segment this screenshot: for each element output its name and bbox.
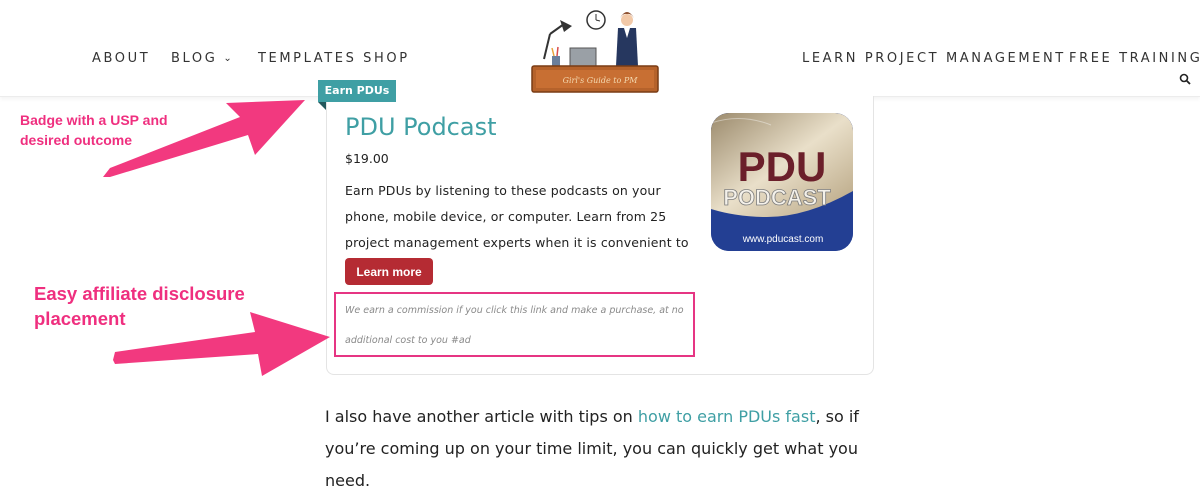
badge-fold <box>318 102 326 110</box>
annotation-badge-line2: desired outcome <box>20 132 133 148</box>
article-link-earn-pdus[interactable]: how to earn PDUs fast <box>638 407 816 426</box>
annotation-badge-note: Badge with a USP and desired outcome <box>20 110 168 150</box>
artwork-url: www.pducast.com <box>742 234 824 245</box>
learn-more-button[interactable]: Learn more <box>345 258 433 285</box>
product-title[interactable]: PDU Podcast <box>345 113 497 141</box>
product-badge: Earn PDUs <box>318 80 396 102</box>
nav-templates-shop[interactable]: TEMPLATES SHOP <box>258 51 410 66</box>
artwork-subtitle: PODCAST <box>723 185 831 210</box>
annotation-badge-line1: Badge with a USP and <box>20 112 168 128</box>
product-price: $19.00 <box>345 151 389 166</box>
product-image[interactable]: PDU PODCAST www.pducast.com <box>711 113 853 251</box>
annotation-disclosure-note: Easy affiliate disclosure placement <box>34 281 245 331</box>
nav-learn-project-management[interactable]: LEARN PROJECT MANAGEMENT <box>802 51 1066 66</box>
artwork-title: PDU <box>738 143 827 190</box>
article-text-before: I also have another article with tips on <box>325 407 638 426</box>
nav-blog[interactable]: BLOG ⌄ <box>171 51 234 66</box>
site-header: ABOUT BLOG ⌄ TEMPLATES SHOP Girl's Guide… <box>0 0 1200 97</box>
nav-about[interactable]: ABOUT <box>92 51 150 66</box>
logo-caption: Girl's Guide to PM <box>562 76 638 85</box>
nav-free-training[interactable]: FREE TRAINING <box>1069 51 1200 66</box>
chevron-down-icon: ⌄ <box>223 53 235 64</box>
pdu-podcast-artwork: PDU PODCAST www.pducast.com <box>711 113 853 251</box>
disclosure-highlight-box <box>334 292 695 357</box>
annotation-disclosure-line2: placement <box>34 308 126 329</box>
nav-blog-label: BLOG <box>171 51 218 66</box>
search-icon[interactable] <box>1179 73 1191 85</box>
article-paragraph: I also have another article with tips on… <box>325 401 885 497</box>
annotation-disclosure-line1: Easy affiliate disclosure <box>34 283 245 304</box>
